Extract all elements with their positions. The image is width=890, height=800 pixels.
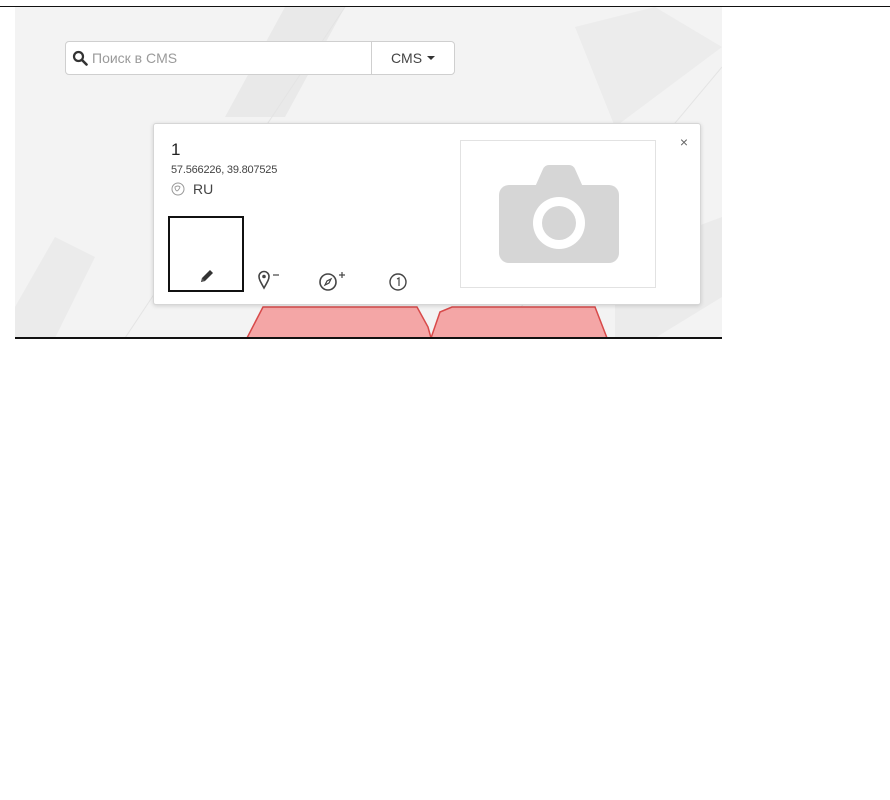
marker-popup: 1 57.566226, 39.807525 RU ×	[153, 123, 701, 305]
popup-country: RU	[171, 181, 213, 197]
compass-plus-icon[interactable]	[318, 270, 348, 292]
search-field[interactable]	[66, 42, 371, 74]
search-input[interactable]	[92, 43, 352, 73]
pencil-icon	[201, 270, 213, 282]
map-pin-minus-icon[interactable]	[258, 270, 284, 290]
photo-placeholder[interactable]	[460, 140, 656, 288]
popup-title: 1	[171, 140, 181, 159]
close-button[interactable]: ×	[680, 134, 688, 150]
country-code: RU	[193, 181, 214, 197]
info-circle-icon[interactable]	[388, 272, 408, 292]
cms-dropdown-button[interactable]: CMS	[371, 42, 454, 74]
search-bar: CMS	[65, 41, 455, 75]
map-view[interactable]: CMS 1 57.566226, 39.807525 RU ×	[15, 7, 722, 338]
map-polygon[interactable]	[430, 306, 608, 338]
globe-icon	[171, 182, 185, 196]
close-icon: ×	[679, 134, 688, 150]
cms-dropdown-label: CMS	[390, 50, 423, 66]
popup-coordinates: 57.566226, 39.807525	[171, 164, 278, 176]
map-polygon[interactable]	[246, 306, 432, 338]
camera-icon	[499, 165, 619, 263]
bottom-divider	[15, 337, 722, 339]
search-icon	[72, 50, 88, 66]
caret-down-icon	[427, 56, 436, 60]
edit-button[interactable]	[168, 216, 244, 292]
